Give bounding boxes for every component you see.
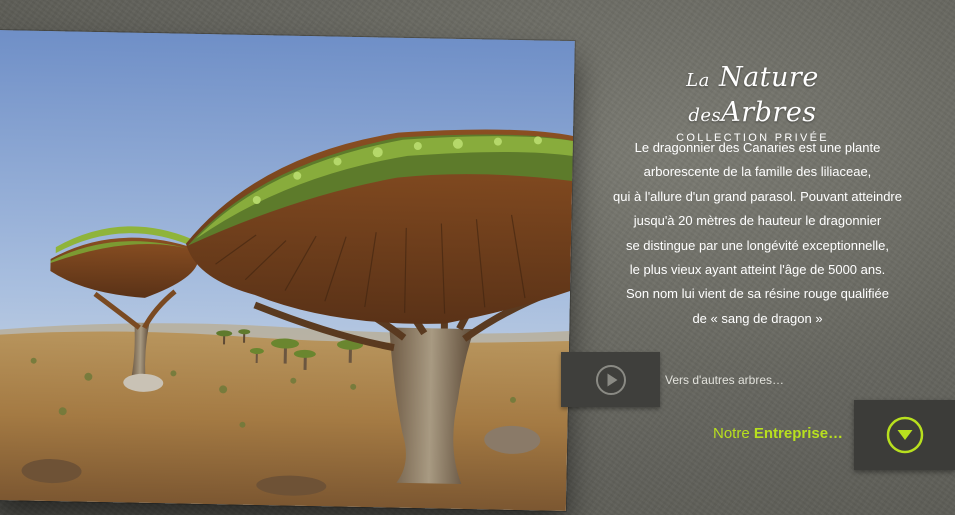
company-link-prefix: Notre	[713, 425, 750, 442]
play-circle-icon	[595, 364, 626, 395]
scroll-down-button[interactable]	[854, 400, 955, 470]
description-line: de « sang de dragon »	[692, 310, 823, 326]
chevron-down-circle-icon	[886, 416, 923, 454]
brand-title-nature: Nature	[718, 62, 819, 93]
play-button[interactable]	[561, 352, 660, 407]
description-line: Son nom lui vient de sa résine rouge qua…	[625, 286, 890, 302]
company-link-emphasis: Entreprise…	[753, 425, 844, 442]
description-line: se distingue par une longévité exception…	[625, 237, 890, 253]
tree-description: Le dragonnier des Canaries est une plant…	[585, 136, 930, 331]
description-line: Le dragonnier des Canaries est une plant…	[634, 140, 881, 155]
brand-title-arbres: Arbres	[721, 97, 817, 128]
dragon-tree-photo	[0, 30, 575, 511]
description-line: jusqu'à 20 mètres de hauteur le dragonni…	[633, 213, 882, 229]
brand-title: La Nature desArbres	[620, 62, 885, 132]
company-link[interactable]: Notre Entreprise…	[713, 425, 843, 442]
description-line: le plus vieux ayant atteint l'âge de 500…	[629, 262, 886, 278]
brand-title-des: des	[688, 105, 722, 126]
brand-title-la: La	[686, 70, 710, 91]
more-trees-link[interactable]: Vers d'autres arbres…	[665, 373, 784, 387]
description-line: arborescente de la famille des liliaceae…	[643, 164, 872, 180]
description-line: qui à l'allure d'un grand parasol. Pouva…	[613, 188, 902, 204]
brand-header: La Nature desArbres COLLECTION PRIVÉE	[620, 62, 885, 144]
